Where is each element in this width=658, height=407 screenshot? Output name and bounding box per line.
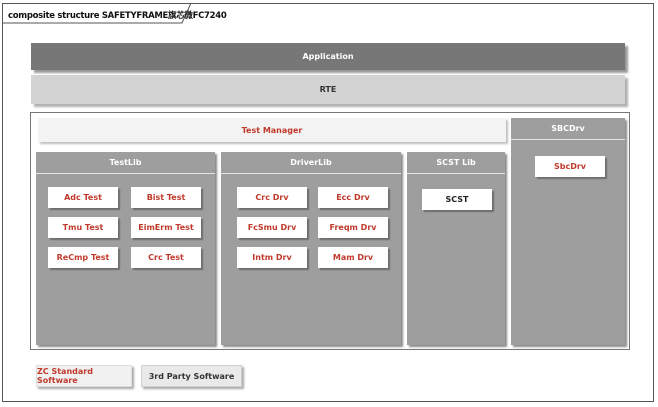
test-manager-block[interactable]: Test Manager <box>38 118 506 142</box>
scst-block[interactable]: SCST <box>422 189 492 210</box>
sbcdrv-panel: SBCDrv SbcDrv <box>511 118 625 345</box>
scst-lib-title: SCST Lib <box>407 152 505 174</box>
tmu-test-block[interactable]: Tmu Test <box>48 217 118 238</box>
driverlib-title: DriverLib <box>221 152 401 174</box>
mam-drv-block[interactable]: Mam Drv <box>318 247 388 268</box>
sbcdrv-block[interactable]: SbcDrv <box>535 156 605 177</box>
ecc-drv-block[interactable]: Ecc Drv <box>318 187 388 208</box>
crc-drv-block[interactable]: Crc Drv <box>237 187 307 208</box>
driverlib-panel: DriverLib Crc Drv Ecc Drv FcSmu Drv Freq… <box>221 152 401 345</box>
scst-lib-panel: SCST Lib SCST <box>407 152 505 345</box>
application-layer[interactable]: Application <box>31 43 625 70</box>
adc-test-block[interactable]: Adc Test <box>48 187 118 208</box>
rte-layer[interactable]: RTE <box>31 75 625 104</box>
testlib-title: TestLib <box>36 152 215 174</box>
testlib-panel: TestLib Adc Test Bist Test Tmu Test EimE… <box>36 152 215 345</box>
eimerm-test-block[interactable]: EimErm Test <box>131 217 201 238</box>
intm-drv-block[interactable]: Intm Drv <box>237 247 307 268</box>
sbcdrv-title: SBCDrv <box>511 118 625 140</box>
freqm-drv-block[interactable]: Freqm Drv <box>318 217 388 238</box>
bist-test-block[interactable]: Bist Test <box>131 187 201 208</box>
legend-third-party-software: 3rd Party Software <box>141 365 242 387</box>
recmp-test-block[interactable]: ReCmp Test <box>48 247 118 268</box>
diagram-title: composite structure SAFETYFRAME旗芯微FC7240 <box>8 11 227 21</box>
fcsmu-drv-block[interactable]: FcSmu Drv <box>237 217 307 238</box>
legend-zc-standard-software: ZC Standard Software <box>36 365 132 387</box>
crc-test-block[interactable]: Crc Test <box>131 247 201 268</box>
